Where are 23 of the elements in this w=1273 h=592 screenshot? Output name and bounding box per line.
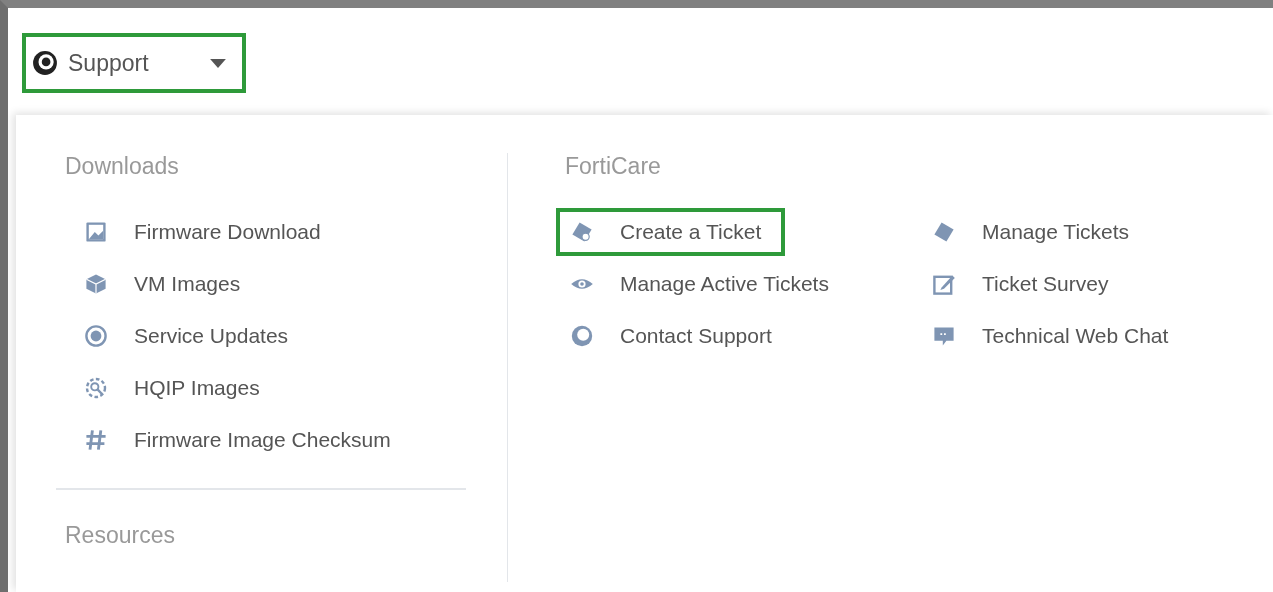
ticket-icon xyxy=(570,220,594,244)
target-icon xyxy=(84,324,108,348)
ticket-icon xyxy=(932,220,956,244)
menu-link[interactable]: VM Images xyxy=(56,260,265,308)
menu-link[interactable]: Manage Tickets xyxy=(918,208,1154,256)
menu-link[interactable]: Contact Support xyxy=(556,312,796,360)
menu-link[interactable]: Manage Active Tickets xyxy=(556,260,853,308)
support-menu-button[interactable]: Support xyxy=(22,33,246,93)
menu-link[interactable]: Technical Web Chat xyxy=(918,312,1193,360)
menu-link[interactable]: Service Updates xyxy=(56,312,313,360)
cube-icon xyxy=(84,272,108,296)
section-heading: Resources xyxy=(64,522,176,549)
menu-link[interactable]: Firmware Image Checksum xyxy=(56,416,415,464)
section-heading: Downloads xyxy=(64,153,180,180)
picture-frame-icon xyxy=(84,220,108,244)
gear-magnifier-icon xyxy=(84,376,108,400)
menu-link[interactable]: Ticket Survey xyxy=(918,260,1133,308)
caret-icon xyxy=(210,58,226,68)
hash-icon xyxy=(84,428,108,452)
menu-link[interactable]: Create a Ticket xyxy=(556,208,786,256)
menu-link[interactable]: HQIP Images xyxy=(56,364,284,412)
menu-link[interactable]: Firmware Download xyxy=(56,208,345,256)
section-heading: FortiCare xyxy=(564,153,662,180)
